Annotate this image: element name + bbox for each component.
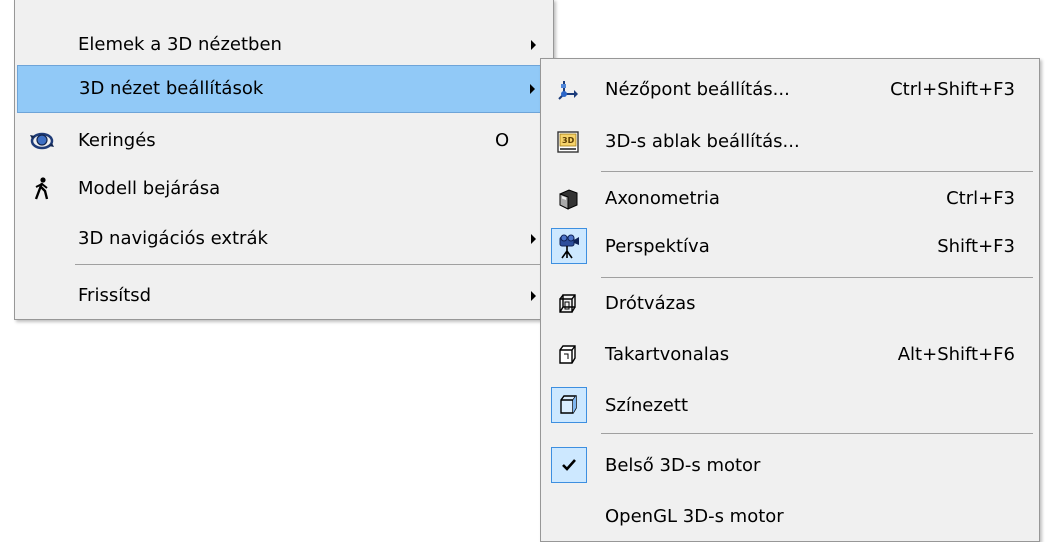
- menu-item-shortcut: Shift+F3: [937, 236, 1015, 257]
- menu-item-shortcut: Alt+Shift+F6: [897, 344, 1015, 365]
- menu-separator: [601, 433, 1033, 434]
- submenu-item-opengl-3d-engine[interactable]: OpenGL 3D-s motor: [543, 493, 1037, 541]
- menu-item-label: Perspektíva: [605, 236, 710, 257]
- menu-item-orbit[interactable]: Keringés O: [17, 117, 551, 165]
- main-context-menu: Elemek a 3D nézetben 3D nézet beállításo…: [14, 0, 554, 320]
- menu-item-3d-view-settings[interactable]: 3D nézet beállítások: [17, 65, 551, 113]
- walker-icon: [17, 165, 67, 213]
- menu-item-refresh[interactable]: Frissítsd: [17, 272, 551, 320]
- submenu-arrow-icon: [531, 291, 536, 301]
- menu-item-label: Takartvonalas: [605, 344, 730, 365]
- menu-item-walk-model[interactable]: Modell bejárása: [17, 165, 551, 213]
- 3d-view-settings-submenu: Nézőpont beállítás... Ctrl+Shift+F3 3D 3…: [540, 58, 1040, 542]
- menu-separator: [601, 171, 1033, 172]
- menu-item-elements-in-3d[interactable]: Elemek a 3D nézetben: [17, 21, 551, 69]
- menu-item-label: 3D nézet beállítások: [79, 78, 264, 99]
- menu-item-label: Frissítsd: [78, 285, 152, 306]
- shaded-icon: [551, 387, 587, 423]
- menu-item-label: Axonometria: [605, 188, 720, 209]
- camera-icon: [551, 228, 587, 264]
- axonometry-icon: [543, 175, 593, 223]
- menu-item-label: Keringés: [78, 130, 156, 151]
- checkmark-icon: [551, 447, 587, 483]
- svg-text:3D: 3D: [562, 136, 575, 145]
- menu-item-label: Modell bejárása: [78, 178, 221, 199]
- viewpoint-icon: [543, 66, 593, 114]
- submenu-arrow-icon: [531, 40, 536, 50]
- menu-item-label: 3D-s ablak beállítás...: [605, 131, 800, 152]
- menu-item-label: Belső 3D-s motor: [605, 455, 761, 476]
- submenu-arrow-icon: [530, 84, 535, 94]
- submenu-arrow-icon: [531, 234, 536, 244]
- menu-item-label: Színezett: [605, 395, 688, 416]
- submenu-item-shaded[interactable]: Színezett: [543, 382, 1037, 430]
- menu-item-3d-navigation-extras[interactable]: 3D navigációs extrák: [17, 215, 551, 263]
- submenu-item-3d-window-settings[interactable]: 3D 3D-s ablak beállítás...: [543, 118, 1037, 166]
- menu-item-label: OpenGL 3D-s motor: [605, 506, 784, 527]
- menu-separator: [75, 264, 547, 265]
- submenu-item-internal-3d-engine[interactable]: Belső 3D-s motor: [543, 442, 1037, 490]
- menu-item-label: Nézőpont beállítás...: [605, 79, 790, 100]
- submenu-item-perspective[interactable]: Perspektíva Shift+F3: [543, 223, 1037, 271]
- menu-item-label: 3D navigációs extrák: [78, 228, 268, 249]
- submenu-item-wireframe[interactable]: Drótvázas: [543, 280, 1037, 328]
- hidden-line-icon: [543, 331, 593, 379]
- submenu-item-axonometry[interactable]: Axonometria Ctrl+F3: [543, 175, 1037, 223]
- menu-item-label: Elemek a 3D nézetben: [78, 34, 282, 55]
- wireframe-icon: [543, 280, 593, 328]
- menu-item-shortcut: Ctrl+F3: [946, 188, 1015, 209]
- menu-item-shortcut: O: [495, 130, 510, 151]
- menu-separator: [601, 277, 1033, 278]
- submenu-item-viewpoint-settings[interactable]: Nézőpont beállítás... Ctrl+Shift+F3: [543, 66, 1037, 114]
- menu-item-label: Drótvázas: [605, 293, 696, 314]
- submenu-item-hidden-line[interactable]: Takartvonalas Alt+Shift+F6: [543, 331, 1037, 379]
- orbit-icon: [17, 117, 67, 165]
- menu-item-shortcut: Ctrl+Shift+F3: [890, 79, 1015, 100]
- 3d-window-icon: 3D: [543, 118, 593, 166]
